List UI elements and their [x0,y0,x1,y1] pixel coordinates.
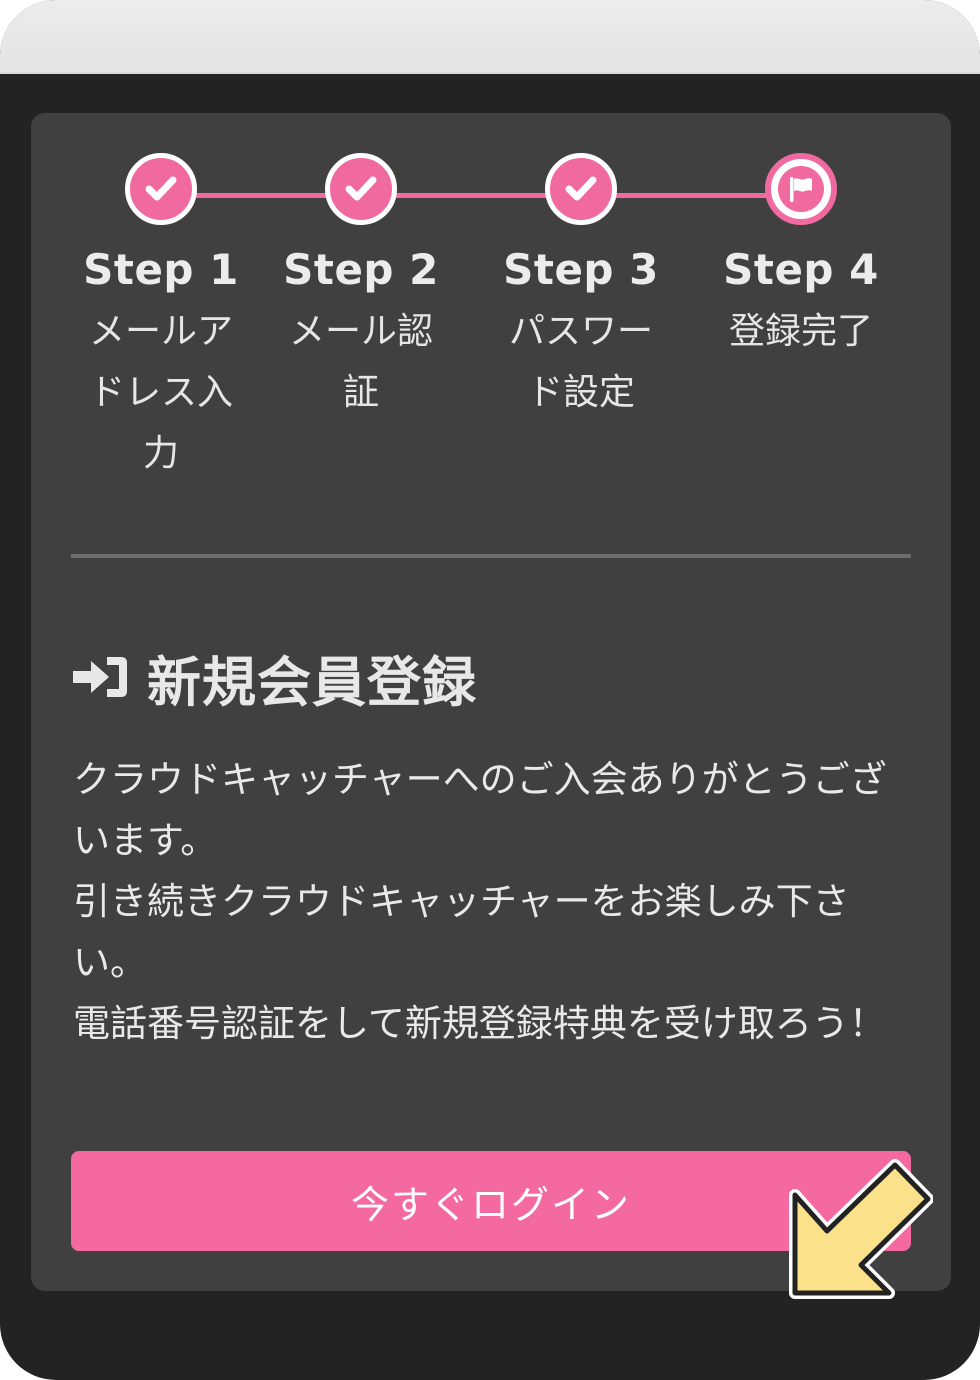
step-1: Step 1 メールアドレス入力 [71,153,251,484]
app-frame: Step 1 メールアドレス入力 Step 2 メール認証 Step 3 パスワ… [0,0,980,1380]
step-3-desc: パスワード設定 [508,311,653,413]
step-3-title: Step 3 [503,245,659,294]
flag-icon [790,177,812,202]
step-1-circle [125,153,197,225]
check-icon [345,176,377,201]
step-4: Step 4 登録完了 [711,153,891,362]
step-4-circle [765,153,837,225]
step-2: Step 2 メール認証 [271,153,451,423]
step-2-title: Step 2 [283,245,439,294]
page-title: 新規会員登録 [147,650,477,714]
pointer-arrow-icon [789,1159,933,1299]
section-divider [71,554,911,558]
step-3-circle [545,153,617,225]
step-1-title: Step 1 [83,245,239,294]
step-3: Step 3 パスワード設定 [491,153,671,423]
step-2-desc: メール認証 [288,311,433,413]
check-icon [565,176,597,201]
message-line-3: 電話番号認証をして新規登録特典を受け取ろう！ [73,1002,886,1045]
top-bar [0,0,980,74]
step-4-desc: 登録完了 [728,311,873,352]
welcome-message: クラウドキャッチャーへのご入会ありがとうございます。 引き続きクラウドキャッチャ… [73,749,893,1054]
step-4-title: Step 4 [723,245,879,294]
stepper-track [161,193,801,198]
sign-in-icon [73,657,127,697]
message-line-1: クラウドキャッチャーへのご入会ありがとうございます。 [73,758,887,862]
message-line-2: 引き続きクラウドキャッチャーをお楽しみ下さい。 [73,880,850,984]
step-1-desc: メールアドレス入力 [88,311,233,474]
check-icon [145,176,177,201]
section-heading: 新規会員登録 [71,641,477,714]
step-2-circle [325,153,397,225]
registration-card: Step 1 メールアドレス入力 Step 2 メール認証 Step 3 パスワ… [31,113,951,1299]
